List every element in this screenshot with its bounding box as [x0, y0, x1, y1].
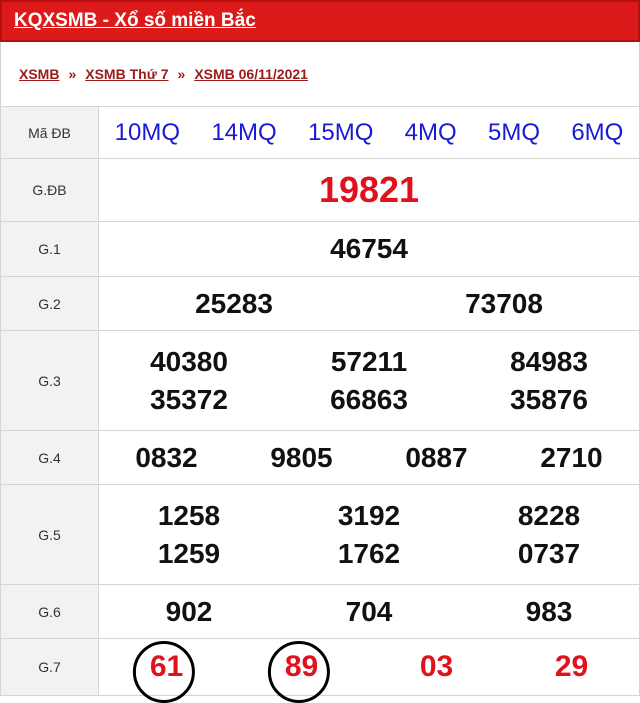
- row-g7: G.7 61 89 03 29: [0, 638, 640, 703]
- prize-number: 73708: [465, 287, 543, 319]
- breadcrumb-separator: »: [177, 66, 186, 82]
- prize-number: 35372: [150, 383, 228, 415]
- row-label: G.7: [0, 638, 99, 696]
- prize-number: 84983: [510, 345, 588, 377]
- row-gdb: G.ĐB 19821: [0, 158, 640, 222]
- prize-number: 25283: [195, 287, 273, 319]
- special-prize-number: 19821: [318, 169, 420, 210]
- prize-number: 1258: [157, 499, 221, 531]
- ma-db-code: 14MQ: [211, 118, 277, 146]
- row-g4: G.4 0832 9805 0887 2710: [0, 430, 640, 485]
- prize-number: 46754: [330, 233, 408, 264]
- prize-number: 1259: [157, 537, 221, 569]
- prize-number: 0887: [405, 441, 468, 473]
- site-title-link[interactable]: KQXSMB - Xổ số miền Bắc: [14, 10, 256, 32]
- ma-db-code: 6MQ: [571, 118, 624, 146]
- results-table: Mã ĐB 10MQ 14MQ 15MQ 4MQ 5MQ 6MQ G.ĐB 19…: [0, 106, 640, 703]
- row-ma-db: Mã ĐB 10MQ 14MQ 15MQ 4MQ 5MQ 6MQ: [0, 106, 640, 159]
- prize-number: 3192: [337, 499, 401, 531]
- ma-db-code: 5MQ: [488, 118, 541, 146]
- prize-number-circled: 61: [132, 640, 195, 703]
- row-label: G.4: [0, 430, 99, 485]
- prize-number: 0737: [517, 537, 581, 569]
- prize-number-circled: 89: [267, 640, 330, 703]
- prize-number: 902: [165, 595, 213, 627]
- prize-number: 35876: [510, 383, 588, 415]
- site-header: KQXSMB - Xổ số miền Bắc: [0, 0, 640, 42]
- row-label: G.3: [0, 330, 99, 431]
- row-label: G.2: [0, 276, 99, 331]
- row-g2: G.2 25283 73708: [0, 276, 640, 331]
- row-g5: G.5 1258 3192 8228 1259 1762 0737: [0, 484, 640, 585]
- prize-number: 8228: [517, 499, 581, 531]
- row-label: G.1: [0, 221, 99, 277]
- ma-db-codes: 10MQ 14MQ 15MQ 4MQ 5MQ 6MQ: [99, 119, 639, 147]
- row-label: Mã ĐB: [0, 106, 99, 159]
- prize-number: 2710: [540, 441, 603, 473]
- prize-number: 40380: [150, 345, 228, 377]
- row-label: G.ĐB: [0, 158, 99, 222]
- hand-drawn-circle-annotation: [132, 640, 195, 703]
- hand-drawn-circle-annotation: [267, 640, 330, 703]
- breadcrumb: XSMB » XSMB Thứ 7 » XSMB 06/11/2021: [0, 42, 640, 106]
- prize-number: 1762: [337, 537, 401, 569]
- row-g6: G.6 902 704 983: [0, 584, 640, 639]
- prize-number: 704: [345, 595, 393, 627]
- prize-number: 9805: [270, 441, 333, 473]
- row-label: G.6: [0, 584, 99, 639]
- breadcrumb-xsmb-thu7[interactable]: XSMB Thứ 7: [85, 66, 168, 82]
- ma-db-code: 4MQ: [404, 118, 457, 146]
- ma-db-code: 10MQ: [114, 118, 181, 146]
- breadcrumb-xsmb[interactable]: XSMB: [19, 66, 59, 82]
- prize-number: 983: [525, 595, 573, 627]
- ma-db-code: 15MQ: [308, 118, 374, 146]
- breadcrumb-separator: »: [68, 66, 77, 82]
- prize-number: 66863: [330, 383, 408, 415]
- prize-number: 57211: [330, 345, 408, 377]
- row-g3: G.3 40380 57211 84983 35372 66863 35876: [0, 330, 640, 431]
- prize-number: 0832: [135, 441, 198, 473]
- row-label: G.5: [0, 484, 99, 585]
- breadcrumb-xsmb-date[interactable]: XSMB 06/11/2021: [194, 66, 308, 82]
- row-g1: G.1 46754: [0, 221, 640, 277]
- prize-number: 03: [419, 650, 454, 683]
- prize-number: 29: [554, 650, 589, 683]
